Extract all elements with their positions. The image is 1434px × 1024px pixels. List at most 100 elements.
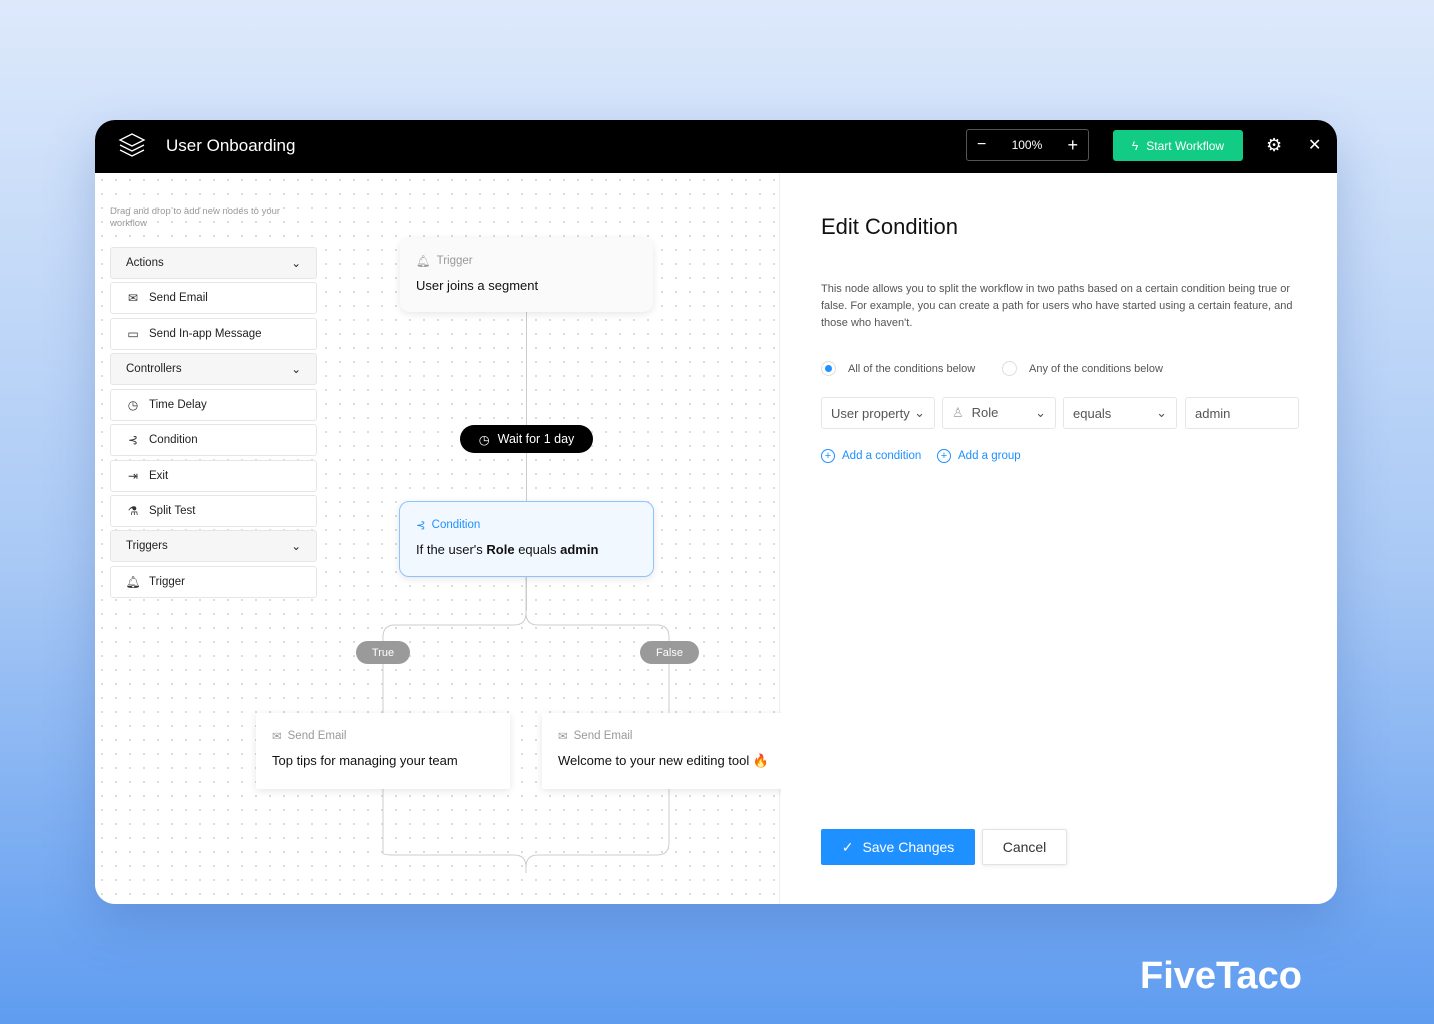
node-text: User joins a segment: [416, 278, 539, 293]
operator-select[interactable]: equals ⌄: [1063, 397, 1177, 429]
condition-field: Role: [486, 542, 515, 557]
mail-icon: ✉: [272, 731, 282, 743]
select-value: User property: [831, 405, 910, 421]
send-email-node-false[interactable]: ✉ Send Email Welcome to your new editing …: [542, 713, 802, 789]
item-label: Send In-app Message: [149, 328, 262, 340]
condition-op: equals: [514, 542, 561, 557]
false-branch-label: False: [640, 641, 699, 664]
header: User Onboarding − 100% + ϟ Start Workflo…: [95, 120, 1337, 173]
node-type-label: Send Email: [573, 730, 633, 742]
edit-condition-panel: Edit Condition This node allows you to s…: [781, 173, 1337, 904]
user-icon: ♙: [952, 405, 964, 420]
zoom-level: 100%: [1011, 138, 1043, 152]
condition-node[interactable]: ⊰ Condition If the user's Role equals adm…: [399, 501, 654, 577]
cancel-button[interactable]: Cancel: [982, 829, 1067, 865]
group-label: Actions: [126, 257, 164, 269]
palette-item[interactable]: ⇥ Exit: [110, 460, 317, 492]
lightning-icon: ϟ: [1131, 138, 1139, 153]
workflow-title: User Onboarding: [166, 136, 296, 155]
app-window: User Onboarding − 100% + ϟ Start Workflo…: [95, 120, 1337, 904]
save-changes-button[interactable]: ✓ Save Changes: [821, 829, 975, 865]
item-label: Trigger: [149, 576, 185, 588]
branch-icon: ⊰: [127, 433, 139, 447]
exit-icon: ⇥: [127, 469, 139, 483]
value-input[interactable]: admin: [1185, 397, 1299, 429]
clock-icon: ◷: [478, 432, 490, 447]
radio-selected-icon: [821, 361, 836, 376]
plus-circle-icon: +: [821, 449, 835, 463]
condition-value: admin: [560, 542, 599, 557]
chevron-down-icon: ⌄: [291, 258, 301, 270]
group-label: Triggers: [126, 540, 168, 552]
wait-node[interactable]: ◷ Wait for 1 day: [460, 425, 593, 453]
flask-icon: ⚗: [127, 504, 139, 518]
property-type-select[interactable]: User property ⌄: [821, 397, 935, 429]
wait-label: Wait for 1 day: [497, 432, 575, 446]
layers-logo-icon: [118, 133, 146, 157]
palette-item[interactable]: ⚗ Split Test: [110, 495, 317, 527]
panel-description: This node allows you to split the workfl…: [821, 283, 1293, 329]
message-icon: ▭: [127, 327, 139, 341]
palette-group-triggers[interactable]: Triggers ⌄: [110, 530, 317, 562]
group-label: Controllers: [126, 363, 182, 375]
trigger-node[interactable]: 🔔︎ Trigger User joins a segment: [400, 238, 653, 312]
gear-icon[interactable]: ⚙: [1266, 135, 1282, 156]
radio-empty-icon: [1002, 361, 1017, 376]
chevron-down-icon: ⌄: [291, 364, 301, 376]
palette-item[interactable]: 🔔︎ Trigger: [110, 566, 317, 598]
node-type-label: Condition: [431, 519, 481, 531]
item-label: Split Test: [149, 505, 196, 517]
plus-circle-icon: +: [937, 449, 951, 463]
mail-icon: ✉: [558, 731, 568, 743]
radio-all-label: All of the conditions below: [848, 362, 976, 375]
mail-icon: ✉: [127, 291, 139, 305]
brand-logo: FiveTaco: [1140, 955, 1302, 997]
palette-item[interactable]: ◷ Time Delay: [110, 389, 317, 421]
bell-icon: 🔔︎: [125, 575, 141, 589]
save-label: Save Changes: [862, 839, 955, 855]
radio-all[interactable]: All of the conditions below: [821, 361, 975, 376]
panel-title: Edit Condition: [821, 214, 958, 239]
close-icon[interactable]: ✕: [1308, 135, 1321, 155]
chevron-down-icon: ⌄: [1156, 405, 1167, 420]
condition-pre: If the user's: [416, 542, 487, 557]
zoom-control: − 100% +: [966, 129, 1089, 161]
palette-item[interactable]: ✉ Send Email: [110, 282, 317, 314]
radio-any-label: Any of the conditions below: [1029, 362, 1163, 375]
palette-group-actions[interactable]: Actions ⌄: [110, 247, 317, 279]
select-value: equals: [1073, 405, 1112, 421]
palette-hint: Drag and drop to add new nodes to your w…: [110, 206, 281, 229]
palette-group-controllers[interactable]: Controllers ⌄: [110, 353, 317, 385]
node-type-label: Trigger: [436, 255, 473, 267]
node-text: Welcome to your new editing tool 🔥: [558, 753, 770, 768]
start-workflow-button[interactable]: ϟ Start Workflow: [1113, 130, 1243, 161]
input-value: admin: [1195, 405, 1231, 421]
palette-item[interactable]: ▭ Send In-app Message: [110, 318, 317, 350]
chevron-down-icon: ⌄: [291, 541, 301, 553]
node-type-label: Send Email: [287, 730, 347, 742]
chevron-down-icon: ⌄: [1035, 405, 1046, 420]
item-label: Send Email: [149, 292, 208, 304]
zoom-in-button[interactable]: +: [1067, 135, 1078, 156]
radio-any[interactable]: Any of the conditions below: [1002, 361, 1163, 376]
chevron-down-icon: ⌄: [914, 405, 925, 420]
add-condition-label: Add a condition: [842, 450, 922, 462]
field-select[interactable]: ♙ Role ⌄: [942, 397, 1056, 429]
bell-icon: 🔔︎: [416, 256, 431, 268]
add-group-label: Add a group: [958, 450, 1021, 462]
add-condition-link[interactable]: + Add a condition: [821, 449, 921, 463]
item-label: Time Delay: [149, 399, 207, 411]
start-workflow-label: Start Workflow: [1146, 138, 1225, 153]
add-group-link[interactable]: + Add a group: [937, 449, 1021, 463]
item-label: Condition: [149, 434, 198, 446]
check-circle-icon: ✓: [841, 838, 854, 855]
item-label: Exit: [149, 470, 169, 482]
palette-item[interactable]: ⊰ Condition: [110, 424, 317, 456]
zoom-out-button[interactable]: −: [977, 136, 986, 154]
workflow-canvas[interactable]: Drag and drop to add new nodes to your w…: [95, 173, 802, 904]
node-text: Top tips for managing your team: [272, 753, 458, 768]
true-branch-label: True: [356, 641, 410, 664]
branch-icon: ⊰: [416, 520, 426, 532]
send-email-node-true[interactable]: ✉ Send Email Top tips for managing your t…: [256, 713, 510, 789]
clock-icon: ◷: [127, 398, 139, 412]
